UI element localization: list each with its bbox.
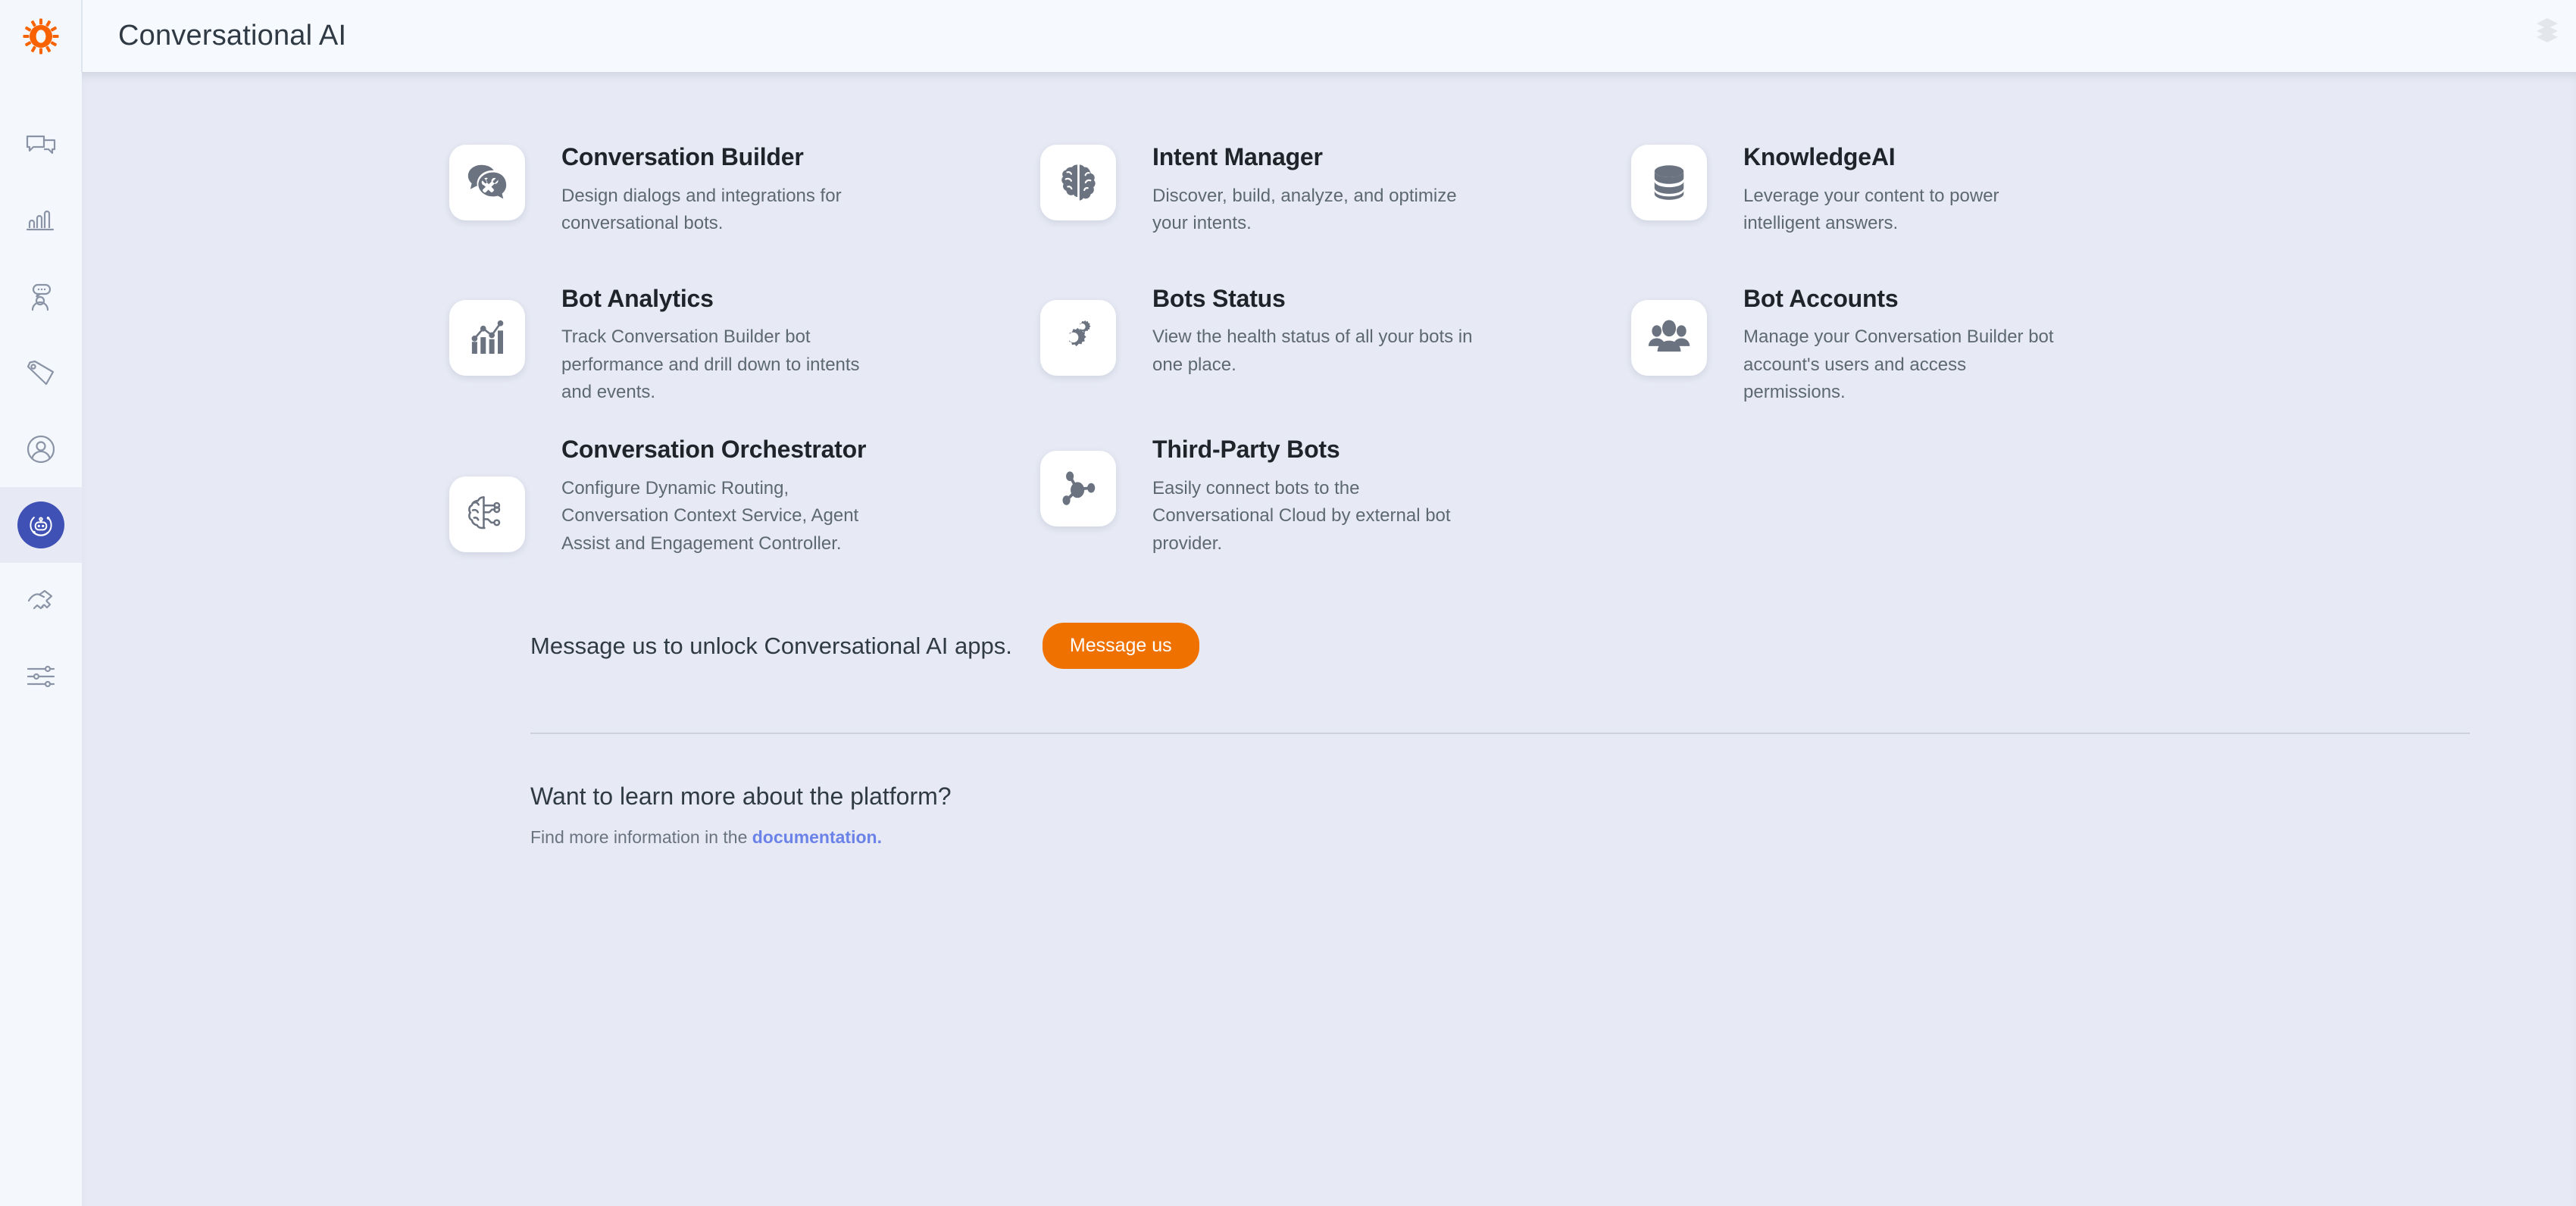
agent-chat-icon	[31, 283, 52, 311]
app-logo[interactable]	[0, 0, 82, 72]
app-card-title: Bot Accounts	[1743, 284, 1899, 312]
app-card-description: View the health status of all your bots …	[1152, 326, 1473, 375]
app-card-description: Easily connect bots to the Conversationa…	[1152, 477, 1451, 554]
main-region: Conversational AI Conversation Builder D…	[82, 0, 2576, 1206]
app-card-text: Intent Manager Discover, build, analyze,…	[1152, 142, 1478, 238]
app-card-knowledge-ai[interactable]: KnowledgeAI Leverage your content to pow…	[1631, 142, 2222, 238]
app-icon-tile	[449, 476, 525, 552]
sidebar-item-agent[interactable]	[0, 260, 82, 336]
sidebar-item-analytics[interactable]	[0, 184, 82, 260]
layers-icon[interactable]	[2532, 14, 2562, 48]
handshake-ai-icon	[27, 589, 53, 610]
bot-icon	[30, 517, 52, 536]
sliders-icon	[27, 665, 55, 688]
app-card-bots-status[interactable]: Bots Status View the health status of al…	[1040, 283, 1631, 407]
chat-bubbles-icon	[26, 135, 56, 155]
app-icon-tile	[1040, 450, 1116, 526]
message-us-button[interactable]: Message us	[1042, 623, 1199, 669]
app-card-description: Discover, build, analyze, and optimize y…	[1152, 185, 1457, 234]
app-card-title: Third-Party Bots	[1152, 435, 1340, 463]
app-icon-tile	[449, 145, 525, 220]
documentation-link[interactable]: documentation.	[752, 827, 882, 847]
bar-chart-icon	[26, 210, 55, 231]
page-title: Conversational AI	[118, 20, 347, 52]
app-card-conversation-orchestrator[interactable]: Conversation Orchestrator Configure Dyna…	[449, 434, 1040, 558]
app-card-description: Manage your Conversation Builder bot acc…	[1743, 326, 2054, 403]
layers-glyph	[2537, 18, 2558, 42]
unlock-cta-row: Message us to unlock Conversational AI a…	[530, 558, 2576, 669]
app-card-conversation-builder[interactable]: Conversation Builder Design dialogs and …	[449, 142, 1040, 238]
chat-tools-icon	[467, 164, 507, 199]
top-header: Conversational AI	[82, 0, 2576, 72]
app-icon-tile	[449, 299, 525, 376]
app-root: Conversational AI Conversation Builder D…	[0, 0, 2576, 1206]
app-icon-tile	[1040, 145, 1116, 220]
sidebar-item-bots[interactable]	[0, 467, 82, 583]
app-card-title: Conversation Builder	[561, 143, 804, 170]
gears-icon	[1068, 320, 1091, 346]
left-sidebar	[0, 0, 83, 1206]
content-area: Conversation Builder Design dialogs and …	[82, 72, 2576, 1206]
section-divider	[530, 733, 2470, 734]
app-card-third-party-bots[interactable]: Third-Party Bots Easily connect bots to …	[1040, 434, 1631, 558]
app-card-bot-accounts[interactable]: Bot Accounts Manage your Conversation Bu…	[1631, 283, 2222, 407]
learn-more-subtitle: Find more information in the documentati…	[530, 827, 2576, 848]
app-card-text: KnowledgeAI Leverage your content to pow…	[1743, 142, 2069, 238]
brain-circuit-icon	[468, 495, 501, 530]
app-card-description: Track Conversation Builder bot performan…	[561, 326, 860, 403]
learn-more-title: Want to learn more about the platform?	[530, 783, 952, 810]
unlock-cta-text: Message us to unlock Conversational AI a…	[530, 632, 1012, 659]
sidebar-divider	[81, 0, 83, 72]
app-card-description: Design dialogs and integrations for conv…	[561, 185, 842, 234]
app-card-text: Conversation Orchestrator Configure Dyna…	[561, 434, 887, 558]
app-card-grid: Conversation Builder Design dialogs and …	[82, 72, 2576, 558]
people-group-icon	[1648, 320, 1690, 351]
brain-icon	[1061, 164, 1096, 201]
app-card-title: KnowledgeAI	[1743, 143, 1896, 170]
grid-empty-cell	[1631, 434, 2222, 558]
app-icon-tile	[1631, 145, 1707, 220]
tag-icon	[27, 360, 55, 386]
sidebar-item-ai[interactable]	[0, 563, 82, 639]
app-card-text: Conversation Builder Design dialogs and …	[561, 142, 887, 238]
app-card-description: Leverage your content to power intellige…	[1743, 185, 1999, 234]
user-circle-icon	[27, 435, 55, 464]
app-icon-tile	[1040, 299, 1116, 376]
app-card-title: Intent Manager	[1152, 143, 1323, 170]
sidebar-item-messaging[interactable]	[0, 108, 82, 184]
app-card-title: Bot Analytics	[561, 284, 714, 312]
sidebar-item-settings[interactable]	[0, 639, 82, 714]
app-card-text: Bot Analytics Track Conversation Builder…	[561, 283, 887, 407]
network-nodes-icon	[1062, 471, 1096, 505]
app-icon-tile	[1631, 299, 1707, 376]
app-card-title: Conversation Orchestrator	[561, 435, 867, 463]
app-card-text: Third-Party Bots Easily connect bots to …	[1152, 434, 1478, 558]
app-card-text: Bot Accounts Manage your Conversation Bu…	[1743, 283, 2069, 407]
app-card-intent-manager[interactable]: Intent Manager Discover, build, analyze,…	[1040, 142, 1631, 238]
learn-more-section: Want to learn more about the platform? F…	[530, 783, 2576, 848]
sidebar-item-tags[interactable]	[0, 336, 82, 411]
learn-more-prefix: Find more information in the	[530, 827, 752, 847]
gear-logo-icon	[23, 18, 59, 54]
active-nav-bubble	[17, 501, 64, 548]
app-card-text: Bots Status View the health status of al…	[1152, 283, 1478, 380]
app-card-bot-analytics[interactable]: Bot Analytics Track Conversation Builder…	[449, 283, 1040, 407]
chart-trend-icon	[471, 320, 504, 354]
database-icon	[1654, 165, 1684, 200]
app-card-title: Bots Status	[1152, 284, 1286, 312]
sidebar-nav-list	[0, 72, 82, 714]
app-card-description: Configure Dynamic Routing, Conversation …	[561, 477, 859, 554]
